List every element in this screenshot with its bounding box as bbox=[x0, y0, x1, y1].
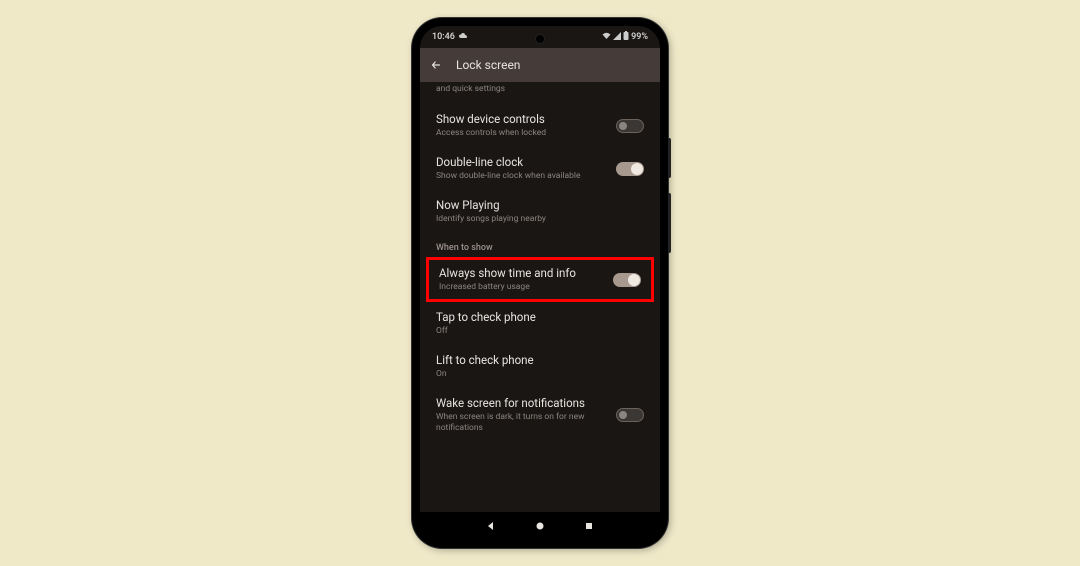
row-title: Double-line clock bbox=[436, 155, 608, 170]
row-title: Now Playing bbox=[436, 198, 644, 213]
row-title: Always show time and info bbox=[439, 266, 605, 281]
page-title: Lock screen bbox=[456, 58, 520, 72]
switch-always-show-time[interactable] bbox=[613, 273, 641, 287]
nav-home-icon[interactable] bbox=[534, 520, 546, 532]
settings-list[interactable]: and quick settings Show device controls … bbox=[420, 82, 660, 512]
row-subtitle: Show double-line clock when available bbox=[436, 171, 608, 182]
signal-icon bbox=[613, 32, 621, 43]
row-subtitle: Access controls when locked bbox=[436, 128, 608, 139]
navigation-bar bbox=[420, 512, 660, 540]
row-double-line-clock[interactable]: Double-line clock Show double-line clock… bbox=[420, 147, 660, 190]
row-now-playing[interactable]: Now Playing Identify songs playing nearb… bbox=[420, 190, 660, 233]
phone-frame: 10:46 99% Lock bbox=[412, 18, 668, 548]
row-always-show-time-highlighted[interactable]: Always show time and info Increased batt… bbox=[426, 257, 654, 302]
cloud-icon bbox=[458, 32, 468, 43]
row-title: Tap to check phone bbox=[436, 310, 644, 325]
nav-back-icon[interactable] bbox=[485, 520, 497, 532]
switch-wake-screen-notifications[interactable] bbox=[616, 408, 644, 422]
battery-icon bbox=[623, 31, 629, 43]
row-title: Show device controls bbox=[436, 112, 608, 127]
partial-row-subtitle: and quick settings bbox=[420, 82, 660, 104]
switch-double-line-clock[interactable] bbox=[616, 162, 644, 176]
app-bar: Lock screen bbox=[420, 48, 660, 82]
status-right: 99% bbox=[602, 31, 648, 43]
status-battery-pct: 99% bbox=[631, 32, 648, 42]
wifi-icon bbox=[602, 32, 611, 43]
row-subtitle: On bbox=[436, 369, 644, 380]
row-lift-to-check[interactable]: Lift to check phone On bbox=[420, 345, 660, 388]
row-subtitle: Off bbox=[436, 326, 644, 337]
switch-show-device-controls[interactable] bbox=[616, 119, 644, 133]
row-subtitle: Identify songs playing nearby bbox=[436, 214, 644, 225]
camera-hole bbox=[535, 34, 545, 44]
row-subtitle: When screen is dark, it turns on for new… bbox=[436, 412, 608, 434]
row-title: Lift to check phone bbox=[436, 353, 644, 368]
status-time: 10:46 bbox=[432, 32, 455, 42]
row-subtitle: Increased battery usage bbox=[439, 282, 605, 293]
back-button[interactable] bbox=[430, 59, 442, 71]
section-header-when-to-show: When to show bbox=[420, 233, 660, 257]
phone-screen: 10:46 99% Lock bbox=[420, 26, 660, 540]
row-tap-to-check[interactable]: Tap to check phone Off bbox=[420, 302, 660, 345]
row-wake-screen-notifications[interactable]: Wake screen for notifications When scree… bbox=[420, 388, 660, 442]
status-left: 10:46 bbox=[432, 32, 468, 43]
nav-recent-icon[interactable] bbox=[583, 520, 595, 532]
row-show-device-controls[interactable]: Show device controls Access controls whe… bbox=[420, 104, 660, 147]
row-title: Wake screen for notifications bbox=[436, 396, 608, 411]
